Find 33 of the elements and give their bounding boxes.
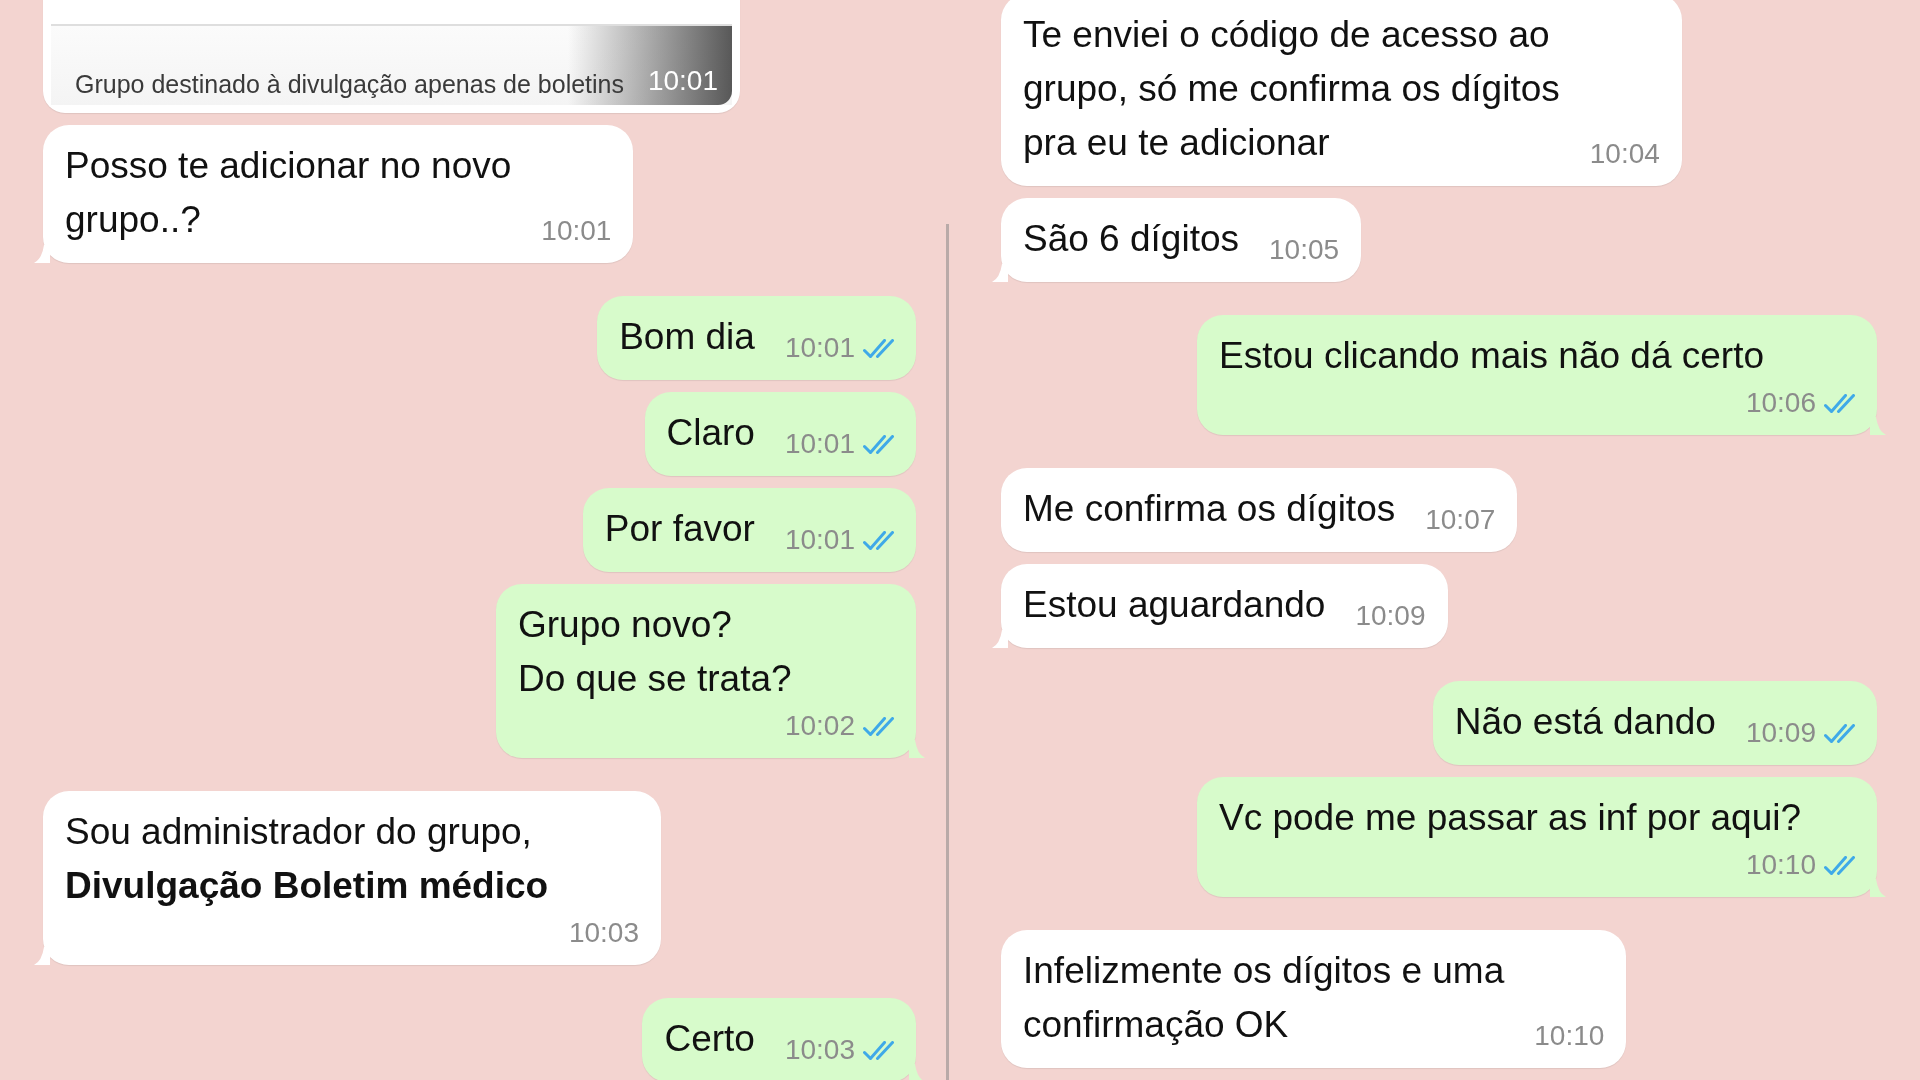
message-time: 10:06	[1745, 387, 1816, 419]
message-text: Sou administrador do grupo, Divulgação Boletim médico	[65, 810, 549, 908]
message-time: 10:01	[541, 215, 612, 247]
message-text: Posso te adicionar no novo grupo..?	[65, 144, 512, 242]
message-time: 10:02	[784, 710, 855, 742]
message-time: 10:01	[784, 332, 855, 364]
message-time: 10:03	[784, 1034, 855, 1066]
message-text: Grupo novo? Do que se trata?	[518, 603, 792, 701]
message-time: 10:01	[784, 524, 855, 556]
message-text: Estou clicando mais não dá certo	[1219, 334, 1765, 378]
link-preview-card[interactable]: Grupo destinado à divulgação apenas de boletins 10:01	[43, 0, 740, 113]
message-text: São 6 dígitos	[1023, 217, 1239, 261]
preview-caption: Grupo destinado à divulgação apenas de boletins	[75, 70, 624, 99]
message-text: Infelizmente os dígitos e uma confirmação OK	[1023, 949, 1505, 1047]
message-text: Bom dia	[619, 315, 755, 359]
message-time: 10:10	[1534, 1020, 1605, 1052]
message-text: Te enviei o código de acesso ao grupo, só me confirma os dígitos pra eu te adicionar	[1023, 13, 1560, 165]
message-time: 10:05	[1269, 234, 1340, 266]
message-text: Não está dando	[1454, 700, 1716, 744]
message-time: 10:01	[647, 65, 718, 97]
message-time: 10:01	[784, 428, 855, 460]
message-time: 10:07	[1425, 504, 1496, 536]
message-text: Estou aguardando	[1023, 583, 1326, 627]
message-time: 10:09	[1745, 717, 1816, 749]
message-text: Vc pode me passar as inf por aqui?	[1219, 796, 1802, 840]
message-time: 10:04	[1589, 138, 1660, 170]
message-text: Me confirma os dígitos	[1023, 487, 1396, 531]
message-text: Claro	[666, 411, 755, 455]
message-text: Por favor	[604, 507, 755, 551]
message-time: 10:09	[1355, 600, 1426, 632]
message-text: Certo	[664, 1017, 755, 1061]
message-time: 10:10	[1745, 849, 1816, 881]
message-time: 10:03	[568, 917, 639, 949]
